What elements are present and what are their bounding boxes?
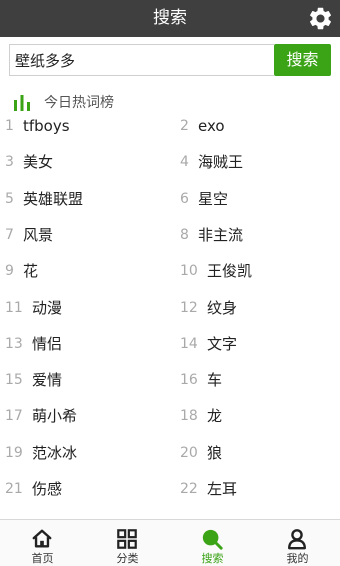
tab-home[interactable]: 首页: [0, 520, 85, 566]
hot-word-item[interactable]: 16 车: [180, 362, 340, 398]
hot-word-rank: 10: [180, 263, 198, 280]
hot-word-text: exo: [198, 117, 225, 135]
hot-word-rank: 20: [180, 444, 198, 461]
bottom-tab-bar: 首页 分类 搜索 我的: [0, 519, 340, 566]
page-title: 搜索: [153, 8, 187, 28]
hot-word-item[interactable]: 21 伤感: [5, 471, 170, 507]
hot-word-rank: 7: [5, 226, 14, 243]
hot-word-item[interactable]: 19 范冰冰: [5, 435, 170, 471]
hot-word-text: 王俊凯: [207, 262, 253, 281]
hot-word-item[interactable]: 20 狼: [180, 435, 340, 471]
hot-word-item[interactable]: 10 王俊凯: [180, 253, 340, 289]
grid-icon: [117, 529, 137, 549]
hot-word-text: 龙: [207, 407, 223, 426]
hot-word-text: 狼: [207, 443, 223, 462]
hot-word-rank: 17: [5, 408, 23, 425]
hot-word-rank: 13: [5, 335, 23, 352]
hot-word-item[interactable]: 5 英雄联盟: [5, 181, 170, 217]
tab-profile[interactable]: 我的: [255, 520, 340, 566]
tab-home-label: 首页: [31, 552, 54, 565]
hot-word-item[interactable]: 22 左耳: [180, 471, 340, 507]
hot-word-rank: 14: [180, 335, 198, 352]
hot-word-item[interactable]: 6 星空: [180, 181, 340, 217]
hot-word-text: 范冰冰: [32, 443, 78, 462]
hot-word-text: 左耳: [207, 480, 238, 498]
search-button[interactable]: 搜索: [274, 44, 331, 76]
hot-word-rank: 18: [180, 408, 198, 425]
hot-word-text: 非主流: [198, 225, 244, 244]
hot-word-item[interactable]: 15 爱情: [5, 362, 170, 398]
hot-word-text: 爱情: [32, 371, 63, 390]
hot-word-text: 风景: [23, 225, 54, 244]
hot-word-text: 动漫: [32, 298, 63, 317]
hot-word-rank: 22: [180, 481, 198, 497]
hot-words-list: 1 tfboys 2 exo 3 美女 4 海贼王 5 英雄联盟 6 星空 7 风景 8 非主流 9 花 10 王俊凯…: [0, 108, 340, 508]
hot-word-text: 星空: [198, 189, 229, 208]
hot-word-rank: 21: [5, 481, 23, 497]
hot-word-text: 文字: [207, 334, 238, 353]
hot-word-item[interactable]: 7 风景: [5, 217, 170, 253]
hot-word-text: 海贼王: [198, 153, 244, 172]
hot-word-rank: 12: [180, 299, 198, 316]
hot-word-item[interactable]: 13 情侣: [5, 326, 170, 362]
search-input[interactable]: [9, 44, 274, 76]
search-icon: [202, 529, 223, 550]
hot-word-item[interactable]: 14 文字: [180, 326, 340, 362]
hot-word-text: 英雄联盟: [23, 189, 84, 208]
hot-word-item[interactable]: 1 tfboys: [5, 108, 170, 144]
hot-word-item[interactable]: 12 纹身: [180, 290, 340, 326]
hot-word-rank: 4: [180, 154, 189, 171]
hot-word-text: 萌小希: [32, 407, 78, 426]
hot-word-item[interactable]: 9花: [5, 253, 170, 289]
hot-word-rank: 9: [5, 263, 14, 280]
hot-word-item[interactable]: 2 exo: [180, 108, 340, 144]
hot-word-item[interactable]: 17 萌小希: [5, 398, 170, 434]
hot-word-rank: 2: [180, 118, 189, 134]
hot-word-rank: 11: [5, 299, 23, 316]
hot-word-text: 纹身: [207, 298, 238, 317]
user-icon: [288, 529, 306, 550]
hot-word-text: tfboys: [23, 117, 70, 135]
home-icon: [32, 529, 52, 548]
hot-word-item[interactable]: 4 海贼王: [180, 144, 340, 180]
settings-button[interactable]: [307, 5, 334, 32]
gear-icon: [309, 7, 332, 30]
hot-word-rank: 16: [180, 372, 198, 389]
hot-word-rank: 6: [180, 190, 189, 207]
tab-profile-label: 我的: [286, 552, 309, 565]
top-bar: 搜索: [0, 0, 340, 37]
tab-category-label: 分类: [116, 552, 139, 565]
hot-word-text: 伤感: [32, 480, 63, 498]
hot-word-item[interactable]: 11 动漫: [5, 290, 170, 326]
hot-word-rank: 1: [5, 118, 14, 134]
hot-word-text: 车: [207, 371, 223, 390]
hot-word-item[interactable]: 8 非主流: [180, 217, 340, 253]
hot-word-rank: 15: [5, 372, 23, 389]
hot-word-text: 情侣: [32, 334, 63, 353]
tab-category[interactable]: 分类: [85, 520, 170, 566]
hot-word-rank: 8: [180, 226, 189, 243]
search-bar: 搜索: [0, 37, 340, 84]
tab-search-label: 搜索: [201, 552, 224, 565]
hot-word-rank: 3: [5, 154, 14, 171]
tab-search[interactable]: 搜索: [170, 520, 255, 566]
hot-word-item[interactable]: 18 龙: [180, 398, 340, 434]
hot-word-text: 花: [23, 262, 39, 281]
hot-word-rank: 19: [5, 444, 23, 461]
hot-word-text: 美女: [23, 153, 54, 172]
hot-word-rank: 5: [5, 190, 14, 207]
hot-word-item[interactable]: 3 美女: [5, 144, 170, 180]
